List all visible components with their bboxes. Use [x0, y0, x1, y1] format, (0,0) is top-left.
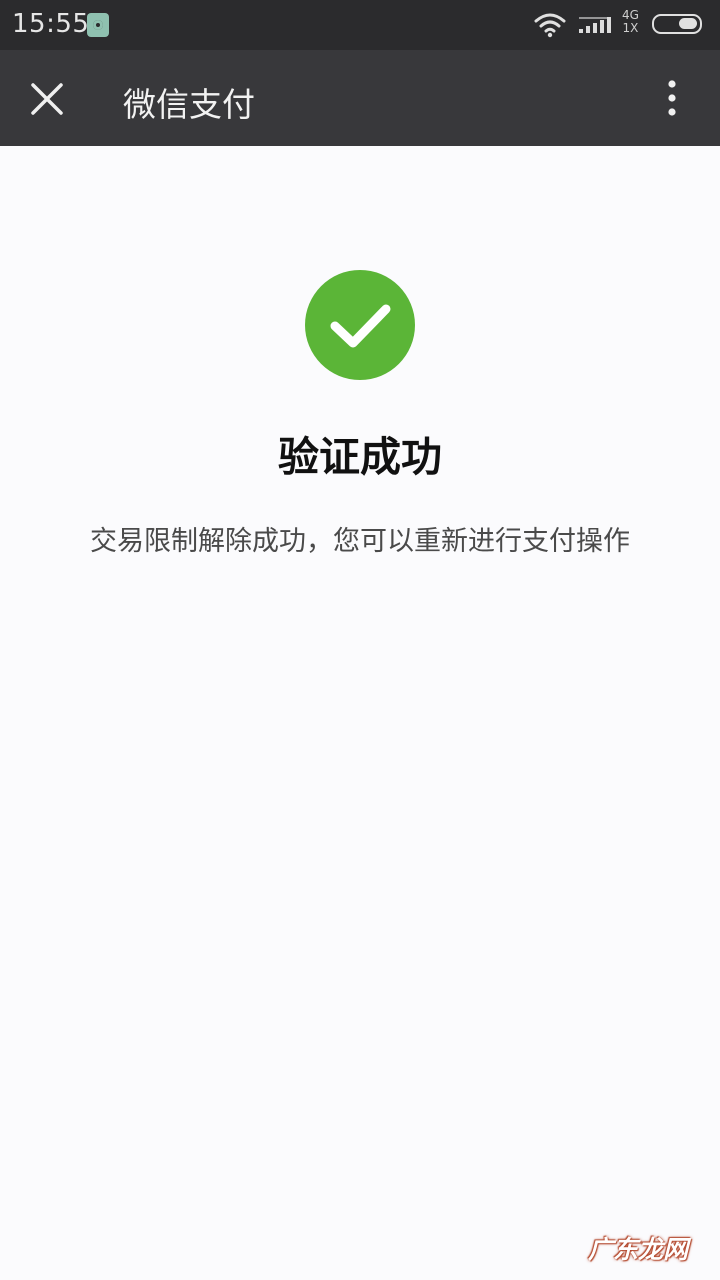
success-check-icon [305, 270, 415, 380]
status-bar: 15:55 4G 1X [0, 0, 720, 50]
network-type-bottom: 1X [622, 21, 639, 35]
signal-icon [579, 17, 611, 33]
battery-level [679, 18, 697, 29]
wifi-icon [534, 13, 566, 38]
result-title: 验证成功 [278, 433, 442, 481]
more-vertical-icon[interactable] [650, 76, 694, 124]
result-description: 交易限制解除成功，您可以重新进行支付操作 [90, 526, 630, 557]
notification-app-icon [87, 13, 109, 37]
page-title: 微信支付 [123, 85, 255, 124]
battery-icon [652, 14, 702, 34]
close-icon[interactable] [22, 74, 72, 124]
network-type: 4G 1X [622, 9, 639, 35]
screen: 15:55 4G 1X 微信支付 验证成功 交易限制解除成功，您可以重新进行支付… [0, 0, 720, 1280]
status-time: 15:55 [12, 9, 90, 39]
watermark: 广东龙网 [588, 1235, 689, 1264]
title-bar: 微信支付 [0, 50, 720, 146]
